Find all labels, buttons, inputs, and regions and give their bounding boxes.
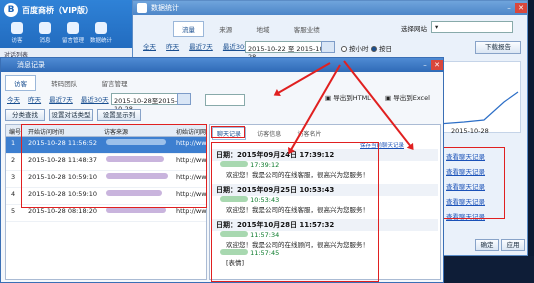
stats-chart-line — [437, 91, 519, 125]
radio-by-day[interactable]: 按日 — [371, 43, 392, 53]
stats-tabs: 流量 来源 地域 客服业绩 — [173, 21, 333, 37]
tab-visitor-info[interactable]: 访客信息 — [252, 127, 286, 140]
stats-window-title: 数据统计 — [151, 4, 179, 12]
chat-date-range[interactable]: 2015-10-28至2015-10-28 — [111, 93, 187, 113]
app-logo-icon: B — [4, 3, 18, 17]
stats-titlebar: 数据统计 – ✕ — [133, 1, 527, 15]
chat-tabs: 访客 转码团队 留言管理 — [5, 75, 140, 91]
minimize-icon[interactable]: – — [419, 60, 431, 70]
chat-date-filters: 今天 昨天 最近7天 最近30天 — [7, 94, 115, 104]
app-title: 百度商桥（VIP版） — [22, 6, 94, 15]
filter-30-days[interactable]: 最近30天 — [81, 96, 109, 104]
rows-highlight-box — [21, 124, 207, 208]
radio-by-hour[interactable]: 按小时 — [341, 43, 369, 53]
set-dialog-type-button[interactable]: 设置对话类型 — [49, 109, 93, 121]
set-display-columns-button[interactable]: 设置显示列 — [97, 109, 141, 121]
close-icon[interactable]: ✕ — [431, 60, 443, 70]
axis-date-label: 2015-10-28 — [451, 127, 489, 135]
toolbar-message-button[interactable]: 消息 — [32, 22, 58, 46]
filter-7-days[interactable]: 最近7天 — [49, 96, 73, 104]
stats-date-range[interactable]: 2015-10-22 至 2015-10-28 — [245, 41, 331, 61]
export-html-button[interactable]: ▣ 导出到HTML — [325, 92, 371, 102]
search-input[interactable] — [205, 94, 245, 106]
download-report-button[interactable]: 下载报告 — [475, 41, 521, 54]
stats-date-filters: 全天 昨天 最近7天 最近30天 — [143, 41, 259, 51]
filter-yesterday[interactable]: 昨天 — [28, 96, 41, 104]
filter-7-days[interactable]: 最近7天 — [189, 43, 213, 51]
ok-button[interactable]: 确定 — [475, 239, 499, 251]
chat-content-highlight-box — [211, 142, 379, 282]
tab-region[interactable]: 地域 — [247, 21, 278, 37]
apply-button[interactable]: 应用 — [501, 239, 525, 251]
col-number: 编号 — [9, 129, 22, 136]
leave-message-icon — [67, 22, 79, 34]
tab-service-performance[interactable]: 客服业绩 — [285, 21, 329, 37]
toolbar-stats-button[interactable]: 数据统计 — [88, 22, 114, 46]
chat-tab-highlight-box — [211, 126, 245, 138]
tab-leave-message[interactable]: 留言管理 — [92, 75, 136, 91]
filter-all-day[interactable]: 全天 — [143, 43, 156, 51]
export-excel-button[interactable]: ▣ 导出到Excel — [385, 92, 430, 102]
filter-yesterday[interactable]: 昨天 — [166, 43, 179, 51]
chat-titlebar: 消息记录 – ✕ — [1, 58, 443, 72]
calendar-icon[interactable] — [177, 93, 191, 105]
site-select[interactable]: ▾ — [431, 21, 513, 33]
close-icon[interactable]: ✕ — [515, 3, 527, 13]
stats-icon — [95, 22, 107, 34]
tab-visitor[interactable]: 访客 — [5, 75, 36, 91]
stats-chart-area — [433, 61, 521, 133]
chat-record-window: 消息记录 – ✕ 访客 转码团队 留言管理 今天 昨天 最近7天 最近30天 2… — [0, 57, 444, 283]
stats-window-icon — [137, 3, 147, 13]
tab-source[interactable]: 来源 — [210, 21, 241, 37]
category-search-button[interactable]: 分类查找 — [5, 109, 45, 121]
background-app-window: B 百度商桥（VIP版） 访客 消息 留言管理 数据统计 对话列表 — [0, 0, 140, 60]
tab-team[interactable]: 转码团队 — [42, 75, 86, 91]
toolbar-visitor-button[interactable]: 访客 — [4, 22, 30, 46]
calendar-icon[interactable] — [321, 41, 335, 53]
desktop-background — [444, 256, 534, 283]
site-label: 选择网站 — [401, 25, 427, 33]
tab-traffic[interactable]: 流量 — [173, 21, 204, 37]
message-icon — [39, 22, 51, 34]
toolbar-leave-message-button[interactable]: 留言管理 — [60, 22, 86, 46]
chat-window-title: 消息记录 — [17, 61, 45, 69]
minimize-icon[interactable]: – — [503, 3, 515, 13]
visitor-icon — [11, 22, 23, 34]
filter-today[interactable]: 今天 — [7, 96, 20, 104]
